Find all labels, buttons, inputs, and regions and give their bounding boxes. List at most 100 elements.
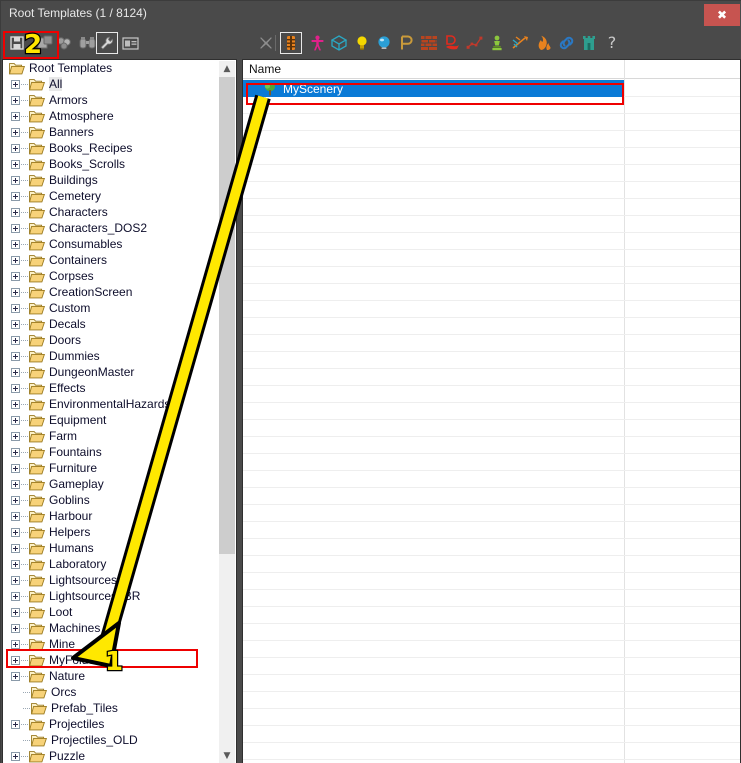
template-tree[interactable]: Root Templates All Armors Atmosphere Banners… xyxy=(3,60,221,763)
expand-toggle[interactable] xyxy=(11,751,20,761)
expand-toggle[interactable] xyxy=(11,319,20,329)
tree-row-laboratory[interactable]: Laboratory xyxy=(3,556,221,572)
tree-row-doors[interactable]: Doors xyxy=(3,332,221,348)
tree-row-goblins[interactable]: Goblins xyxy=(3,492,221,508)
tree-row-farm[interactable]: Farm xyxy=(3,428,221,444)
tree-row-orcs[interactable]: Orcs xyxy=(3,684,221,700)
tree-row-helpers[interactable]: Helpers xyxy=(3,524,221,540)
expand-toggle[interactable] xyxy=(11,111,20,121)
expand-toggle[interactable] xyxy=(11,175,20,185)
expand-toggle[interactable] xyxy=(11,255,20,265)
tree-row-projectiles[interactable]: Projectiles xyxy=(3,716,221,732)
tree-row-characters_dos2[interactable]: Characters_DOS2 xyxy=(3,220,221,236)
tree-row-buildings[interactable]: Buildings xyxy=(3,172,221,188)
spline-filter-icon[interactable] xyxy=(463,32,485,54)
expand-toggle[interactable] xyxy=(11,383,20,393)
decal-filter-icon[interactable] xyxy=(441,32,463,54)
help-icon[interactable]: ? xyxy=(601,32,623,54)
projectile-filter-icon[interactable] xyxy=(509,32,531,54)
tree-row-mine[interactable]: Mine xyxy=(3,636,221,652)
tree-row-harbour[interactable]: Harbour xyxy=(3,508,221,524)
fire-filter-icon[interactable] xyxy=(532,32,554,54)
expand-toggle[interactable] xyxy=(11,159,20,169)
tree-row-all[interactable]: All xyxy=(3,76,221,92)
tree-row-myfolder[interactable]: MyFolder xyxy=(3,652,221,668)
expand-toggle[interactable] xyxy=(11,591,20,601)
tree-row-machines[interactable]: Machines xyxy=(3,620,221,636)
tree-row-puzzle[interactable]: Puzzle xyxy=(3,748,221,763)
tree-row-effects[interactable]: Effects xyxy=(3,380,221,396)
expand-toggle[interactable] xyxy=(11,79,20,89)
character-filter-icon[interactable] xyxy=(306,32,328,54)
expand-toggle[interactable] xyxy=(11,271,20,281)
tree-row-lightsources[interactable]: Lightsources xyxy=(3,572,221,588)
expand-toggle[interactable] xyxy=(11,719,20,729)
expand-toggle[interactable] xyxy=(11,399,20,409)
expand-toggle[interactable] xyxy=(11,607,20,617)
tree-row-furniture[interactable]: Furniture xyxy=(3,460,221,476)
close-button[interactable]: ✖ xyxy=(704,4,740,26)
tree-row-creationscreen[interactable]: CreationScreen xyxy=(3,284,221,300)
expand-toggle[interactable] xyxy=(11,495,20,505)
merge-icon[interactable] xyxy=(54,32,76,54)
expand-toggle[interactable] xyxy=(11,511,20,521)
tree-row-corpses[interactable]: Corpses xyxy=(3,268,221,284)
tree-row-lightsources_br[interactable]: Lightsources_BR xyxy=(3,588,221,604)
expand-toggle[interactable] xyxy=(11,463,20,473)
scrollbar-thumb[interactable] xyxy=(219,77,235,554)
expand-toggle[interactable] xyxy=(11,447,20,457)
tree-row-nature[interactable]: Nature xyxy=(3,668,221,684)
tree-row-fountains[interactable]: Fountains xyxy=(3,444,221,460)
expand-toggle[interactable] xyxy=(11,479,20,489)
wrench-icon[interactable] xyxy=(96,32,118,54)
tree-row-books_scrolls[interactable]: Books_Scrolls xyxy=(3,156,221,172)
tree-row-loot[interactable]: Loot xyxy=(3,604,221,620)
tree-row-dungeonmaster[interactable]: DungeonMaster xyxy=(3,364,221,380)
expand-toggle[interactable] xyxy=(11,207,20,217)
tree-row-consumables[interactable]: Consumables xyxy=(3,236,221,252)
expand-toggle[interactable] xyxy=(11,223,20,233)
wall-filter-icon[interactable] xyxy=(418,32,440,54)
tree-row-projectiles_old[interactable]: Projectiles_OLD xyxy=(3,732,221,748)
tree-row-dummies[interactable]: Dummies xyxy=(3,348,221,364)
expand-toggle[interactable] xyxy=(11,655,20,665)
tree-row-atmosphere[interactable]: Atmosphere xyxy=(3,108,221,124)
expand-toggle[interactable] xyxy=(11,543,20,553)
tree-row-prefab_tiles[interactable]: Prefab_Tiles xyxy=(3,700,221,716)
item-filter-icon[interactable] xyxy=(280,32,302,54)
properties-icon[interactable] xyxy=(119,32,141,54)
tree-row-custom[interactable]: Custom xyxy=(3,300,221,316)
expand-toggle[interactable] xyxy=(11,143,20,153)
expand-toggle[interactable] xyxy=(11,191,20,201)
expand-toggle[interactable] xyxy=(11,303,20,313)
list-item[interactable]: MyScenery xyxy=(243,80,624,97)
expand-toggle[interactable] xyxy=(11,559,20,569)
tree-row-root[interactable]: Root Templates xyxy=(3,60,221,76)
expand-toggle[interactable] xyxy=(11,431,20,441)
tree-row-decals[interactable]: Decals xyxy=(3,316,221,332)
link-filter-icon[interactable] xyxy=(555,32,577,54)
expand-toggle[interactable] xyxy=(11,527,20,537)
tree-scrollbar[interactable]: ▲ ▼ xyxy=(219,61,235,763)
expand-toggle[interactable] xyxy=(11,127,20,137)
expand-toggle[interactable] xyxy=(11,335,20,345)
scenery-filter-icon[interactable] xyxy=(328,32,350,54)
import-icon[interactable] xyxy=(34,32,56,54)
expand-toggle[interactable] xyxy=(11,639,20,649)
expand-toggle[interactable] xyxy=(11,623,20,633)
expand-toggle[interactable] xyxy=(11,367,20,377)
tree-row-books_recipes[interactable]: Books_Recipes xyxy=(3,140,221,156)
expand-toggle[interactable] xyxy=(11,575,20,585)
light-filter-icon[interactable] xyxy=(351,32,373,54)
expand-toggle[interactable] xyxy=(11,671,20,681)
sphere-filter-icon[interactable] xyxy=(373,32,395,54)
tree-row-characters[interactable]: Characters xyxy=(3,204,221,220)
tree-row-gameplay[interactable]: Gameplay xyxy=(3,476,221,492)
tree-row-cemetery[interactable]: Cemetery xyxy=(3,188,221,204)
expand-toggle[interactable] xyxy=(11,351,20,361)
tree-row-humans[interactable]: Humans xyxy=(3,540,221,556)
tree-row-containers[interactable]: Containers xyxy=(3,252,221,268)
column-header-name[interactable]: Name xyxy=(249,62,281,78)
tree-row-environmentalhazards[interactable]: EnvironmentalHazards xyxy=(3,396,221,412)
scroll-down-button[interactable]: ▼ xyxy=(219,748,235,763)
